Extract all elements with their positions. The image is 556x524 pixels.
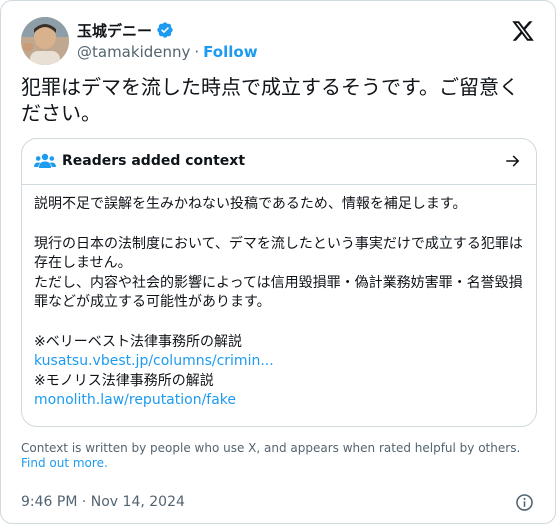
community-notes-card: Readers added context 説明不足で誤解を生みかねない投稿であ… <box>21 138 537 427</box>
x-logo-icon[interactable] <box>511 19 535 43</box>
reference-link[interactable]: kusatsu.vbest.jp/columns/crimin... <box>34 352 524 372</box>
reference-label: ※モノリス法律事務所の解説 <box>34 372 214 389</box>
context-line: ただし、内容や社会的影響によっては信用毀損罪・偽計業務妨害罪・名誉毀損罪などが成… <box>34 274 523 311</box>
context-header[interactable]: Readers added context <box>22 139 536 185</box>
arrow-right-icon[interactable] <box>504 152 522 170</box>
reference-link[interactable]: monolith.law/reputation/fake <box>34 391 524 411</box>
timestamp[interactable]: 9:46 PM · Nov 14, 2024 <box>21 494 185 510</box>
tweet-header: 玉城デニー @tamakidenny · Follow <box>21 17 539 65</box>
people-icon <box>34 152 56 170</box>
footnote-text: Context is written by people who use X, … <box>21 441 521 455</box>
context-body: 説明不足で誤解を生みかねない投稿であるため、情報を補足します。 現行の日本の法制… <box>34 195 524 411</box>
context-title: Readers added context <box>62 153 246 169</box>
handle[interactable]: @tamakidenny <box>77 43 190 61</box>
tweet-card: 玉城デニー @tamakidenny · Follow 犯罪はデマを流した時点で… <box>0 0 556 524</box>
display-name[interactable]: 玉城デニー <box>77 20 152 41</box>
avatar[interactable] <box>21 17 69 65</box>
context-line: 現行の日本の法制度において、デマを流したという事実だけで成立する犯罪は存在しませ… <box>34 235 523 272</box>
info-icon[interactable] <box>515 493 534 512</box>
context-footnote: Context is written by people who use X, … <box>21 441 537 471</box>
verified-badge-icon <box>156 21 174 39</box>
tweet-text: 犯罪はデマを流した時点で成立するそうです。ご留意ください。 <box>21 75 519 125</box>
context-line: 説明不足で誤解を生みかねない投稿であるため、情報を補足します。 <box>34 196 467 212</box>
author-info: 玉城デニー @tamakidenny · Follow <box>77 19 258 63</box>
find-out-more-link[interactable]: Find out more. <box>21 456 108 470</box>
reference-label: ※ベリーベスト法律事務所の解説 <box>34 333 243 350</box>
separator-dot: · <box>194 43 200 61</box>
follow-button[interactable]: Follow <box>203 43 257 61</box>
